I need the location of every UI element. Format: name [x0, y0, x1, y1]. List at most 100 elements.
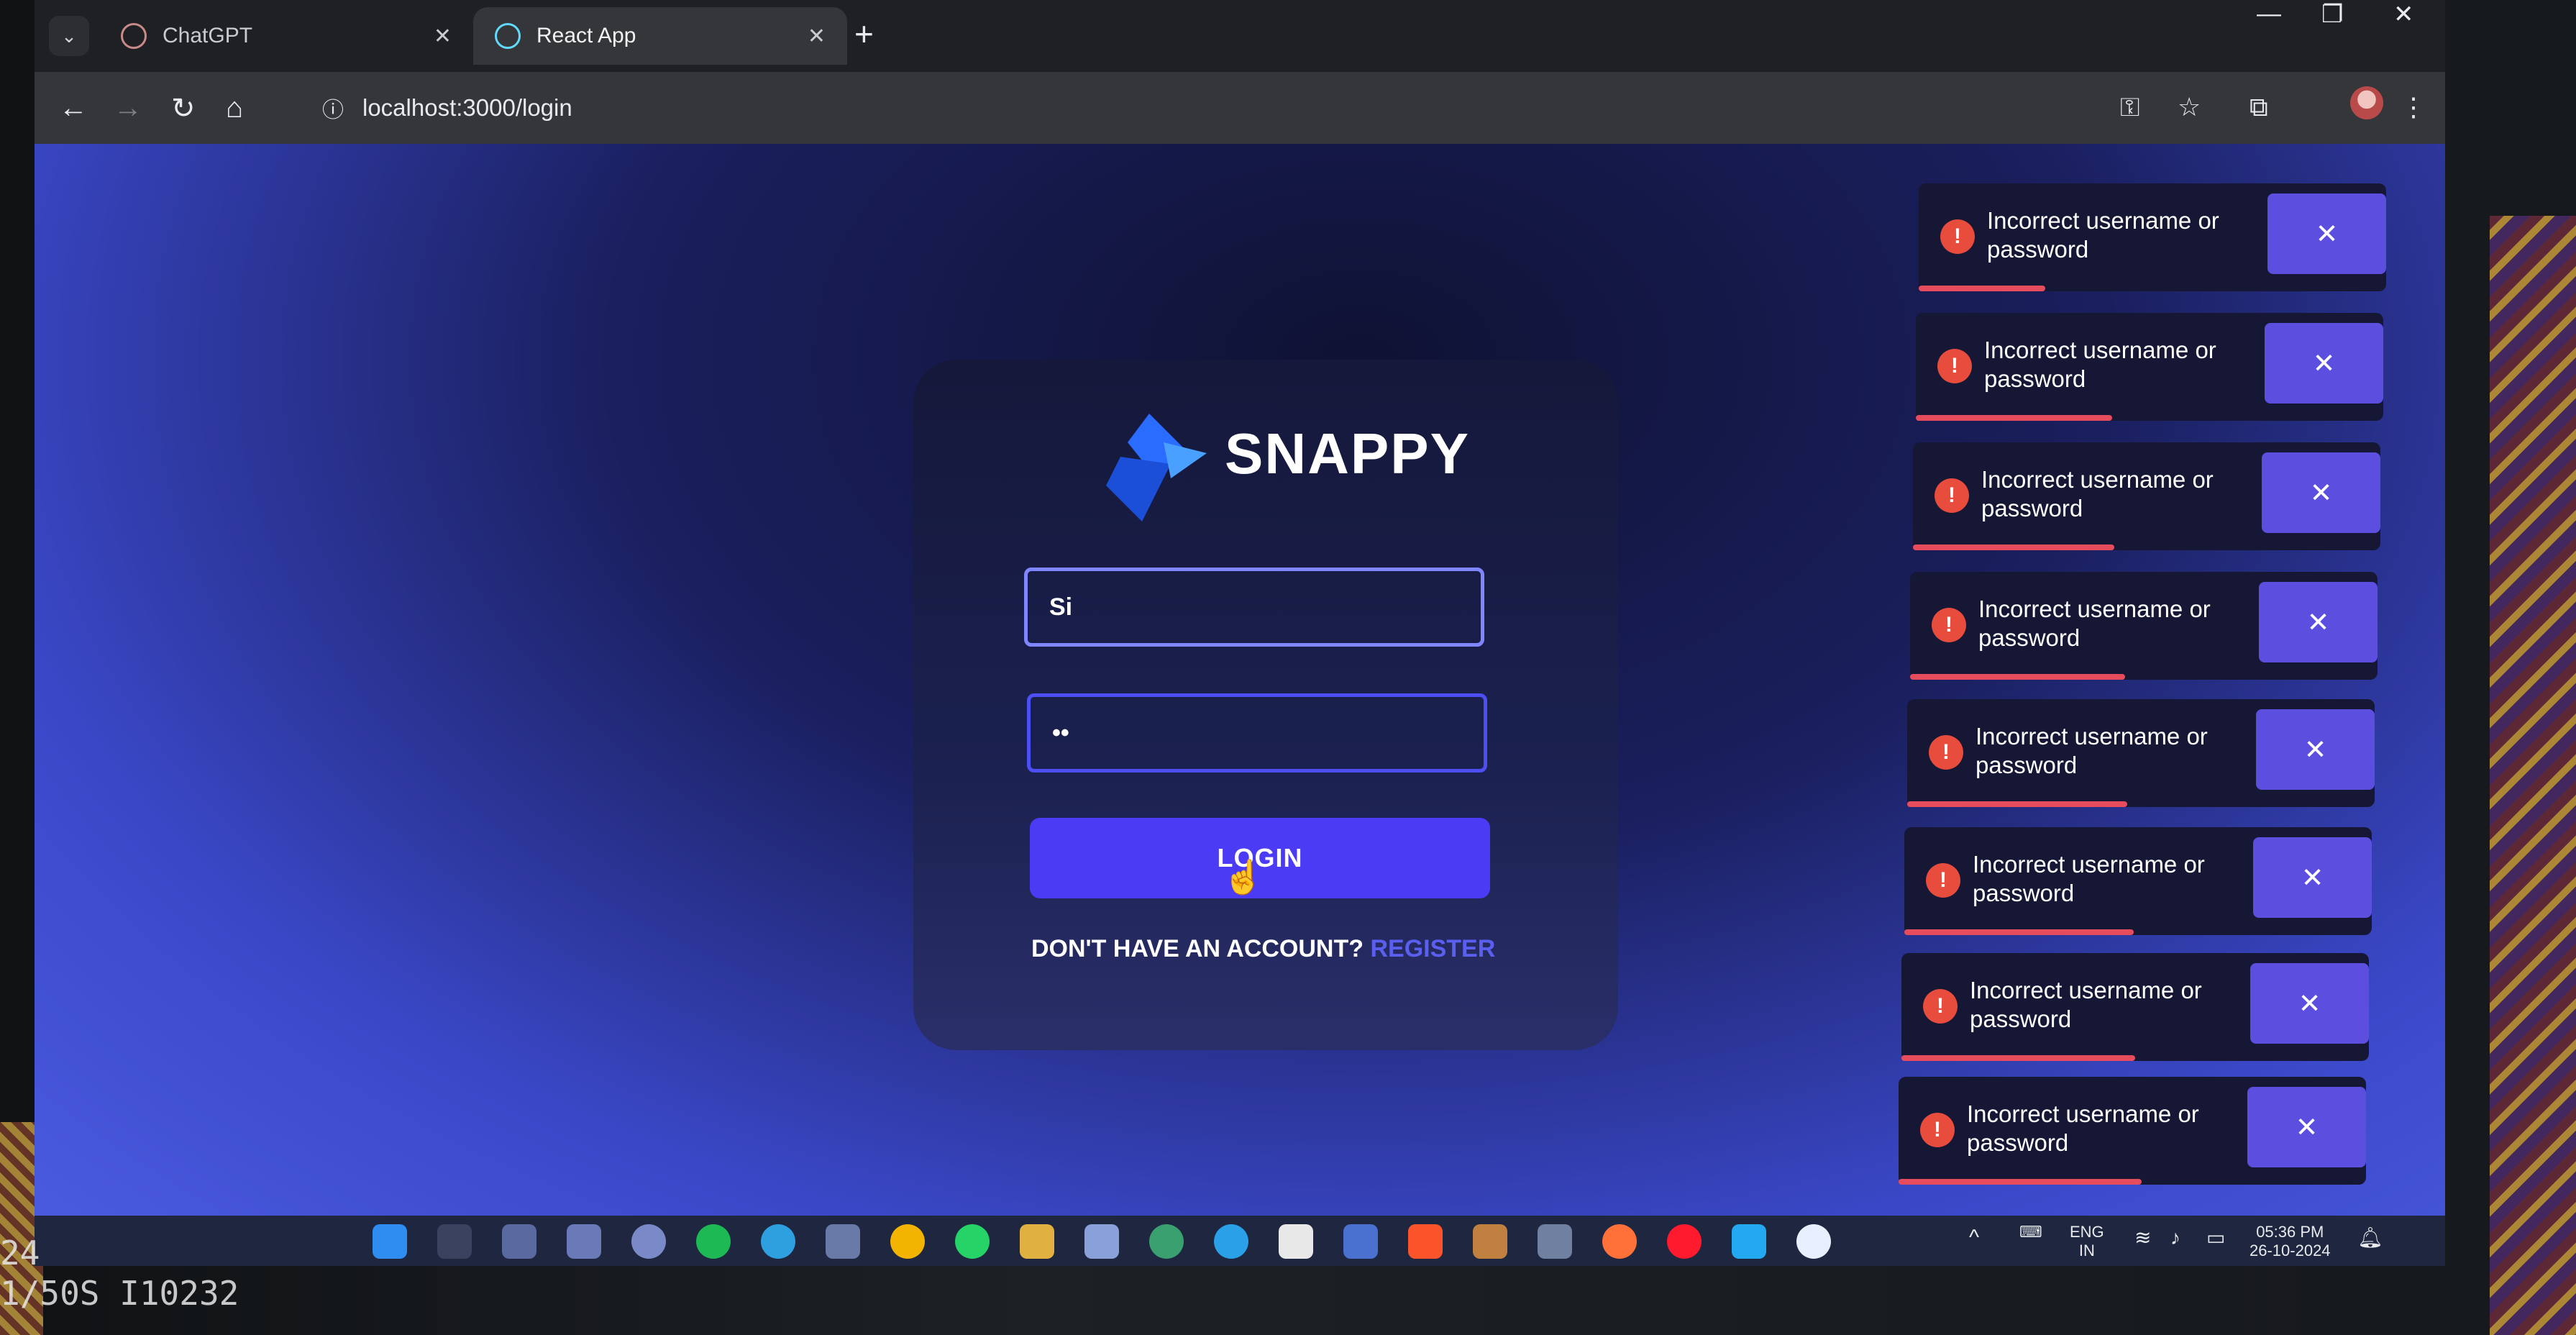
error-alert-icon: !: [1926, 863, 1960, 898]
bookmark-star-icon[interactable]: ☆: [2178, 92, 2201, 122]
toast-close-button[interactable]: ✕: [2250, 963, 2369, 1044]
volume-icon[interactable]: ♪: [2170, 1228, 2180, 1248]
error-toast: ! Incorrect username or password ✕: [1907, 699, 2375, 807]
error-alert-icon: !: [1929, 735, 1963, 770]
battery-icon[interactable]: ▭: [2206, 1228, 2225, 1248]
spotify-icon[interactable]: [696, 1224, 731, 1259]
whatsapp-icon[interactable]: [955, 1224, 990, 1259]
app-icon[interactable]: [1084, 1224, 1119, 1259]
profile-avatar[interactable]: [2350, 86, 2383, 119]
toast-message: Incorrect username or password: [1976, 723, 2208, 778]
error-alert-icon: !: [1923, 989, 1958, 1024]
show-hidden-icons-icon[interactable]: ^: [1969, 1227, 1979, 1249]
register-prompt: DON'T HAVE AN ACCOUNT? REGISTER: [1031, 935, 1495, 963]
tab-search-chevron-icon[interactable]: ⌄: [49, 16, 89, 56]
restore-icon[interactable]: ❐: [2321, 0, 2343, 29]
tab-react-app[interactable]: React App ✕: [473, 7, 847, 65]
browser-toolbar: ← → ↻ ⌂ ⓘ localhost:3000/login ⚿ ☆ ⧉ ⋮: [35, 72, 2445, 144]
login-page: SNAPPY Si •• LOGIN ☝ DON'T HAVE AN ACCOU…: [35, 144, 2445, 1223]
toast-close-button[interactable]: ✕: [2262, 452, 2380, 533]
register-link[interactable]: REGISTER: [1370, 935, 1495, 962]
toast-message: Incorrect username or password: [1973, 851, 2205, 906]
file-explorer-icon[interactable]: [1020, 1224, 1054, 1259]
close-window-icon[interactable]: ✕: [2393, 0, 2414, 29]
app-icon[interactable]: [1473, 1224, 1507, 1259]
toast-progress-bar: [1913, 545, 2114, 550]
extensions-icon[interactable]: ⧉: [2250, 92, 2268, 123]
task-view-icon[interactable]: [502, 1224, 536, 1259]
react-favicon-icon: [495, 23, 521, 49]
minimize-icon[interactable]: —: [2257, 0, 2281, 28]
error-toast: ! Incorrect username or password ✕: [1913, 442, 2380, 550]
keyboard-icon[interactable]: ⌨: [2019, 1223, 2042, 1241]
wifi-icon[interactable]: ≋: [2134, 1228, 2151, 1248]
brave-icon[interactable]: [1408, 1224, 1443, 1259]
toast-progress-bar: [1899, 1179, 2142, 1185]
menu-kebab-icon[interactable]: ⋮: [2401, 92, 2426, 122]
username-value: Si: [1049, 593, 1073, 621]
toast-message: Incorrect username or password: [1967, 1101, 2199, 1156]
app-icon[interactable]: [1538, 1224, 1572, 1259]
toast-progress-bar: [1904, 929, 2134, 935]
overlay-line-1: 24: [0, 1234, 40, 1272]
forward-icon[interactable]: →: [114, 92, 142, 124]
app-icon[interactable]: [1279, 1224, 1313, 1259]
new-tab-button[interactable]: +: [854, 14, 874, 53]
store-icon[interactable]: [826, 1224, 860, 1259]
tab-chatgpt[interactable]: ChatGPT ✕: [99, 7, 473, 65]
toast-progress-bar: [1919, 286, 2045, 291]
vscode-icon[interactable]: [1732, 1224, 1766, 1259]
error-alert-icon: !: [1940, 219, 1975, 254]
toast-close-button[interactable]: ✕: [2253, 837, 2372, 918]
error-alert-icon: !: [1935, 478, 1969, 513]
chrome-icon[interactable]: [890, 1224, 925, 1259]
reload-icon[interactable]: ↻: [171, 92, 196, 125]
search-icon[interactable]: [437, 1224, 472, 1259]
site-info-icon[interactable]: ⓘ: [322, 92, 344, 124]
windows-taskbar: ^ ⌨ ENG IN ≋ ♪ ▭ 05:36 PM 26-10-2024 🔔︎: [35, 1216, 2445, 1266]
home-icon[interactable]: ⌂: [226, 92, 243, 124]
camera-overlay: 24 1/50S I10232: [0, 1233, 239, 1313]
start-icon[interactable]: [373, 1224, 407, 1259]
password-input[interactable]: ••: [1027, 693, 1487, 773]
telegram-icon[interactable]: [1214, 1224, 1248, 1259]
language-text: ENG: [2070, 1223, 2104, 1241]
app-icon[interactable]: [631, 1224, 666, 1259]
clock[interactable]: 05:36 PM 26-10-2024: [2250, 1223, 2331, 1260]
toast-message: Incorrect username or password: [1984, 337, 2216, 392]
toast-progress-bar: [1901, 1055, 2135, 1061]
notification-bell-icon[interactable]: 🔔︎: [2357, 1228, 2383, 1248]
error-alert-icon: !: [1932, 608, 1966, 642]
error-toast: ! Incorrect username or password ✕: [1901, 953, 2369, 1061]
toast-close-button[interactable]: ✕: [2256, 709, 2375, 790]
toast-message: Incorrect username or password: [1981, 466, 2214, 521]
password-key-icon[interactable]: ⚿: [2120, 92, 2139, 123]
chat-icon[interactable]: [567, 1224, 601, 1259]
date-text: 26-10-2024: [2250, 1241, 2331, 1259]
address-bar[interactable]: ⓘ localhost:3000/login: [293, 81, 2091, 135]
snappy-logo-icon: [1106, 414, 1207, 521]
toast-progress-bar: [1910, 674, 2125, 680]
mouse-pointer-icon: ☝: [1223, 858, 1264, 896]
username-input[interactable]: Si: [1024, 568, 1484, 647]
firefox-icon[interactable]: [1602, 1224, 1637, 1259]
back-icon[interactable]: ←: [59, 92, 88, 124]
app-icon[interactable]: [1796, 1224, 1831, 1259]
language-indicator[interactable]: ENG IN: [2070, 1223, 2104, 1260]
close-tab-icon[interactable]: ✕: [434, 24, 452, 49]
error-alert-icon: !: [1920, 1113, 1955, 1147]
app-icon[interactable]: [1149, 1224, 1184, 1259]
toast-close-button[interactable]: ✕: [2267, 193, 2386, 274]
toast-close-button[interactable]: ✕: [2259, 582, 2378, 662]
error-toast: ! Incorrect username or password ✕: [1904, 827, 2372, 935]
toast-progress-bar: [1916, 415, 2112, 421]
tab-title: ChatGPT: [163, 24, 253, 47]
error-alert-icon: !: [1937, 349, 1972, 383]
toast-close-button[interactable]: ✕: [2265, 323, 2383, 404]
edge-icon[interactable]: [761, 1224, 795, 1259]
app-icon[interactable]: [1343, 1224, 1378, 1259]
close-tab-icon[interactable]: ✕: [808, 24, 826, 49]
toast-close-button[interactable]: ✕: [2247, 1087, 2366, 1167]
toast-progress-bar: [1907, 801, 2127, 807]
opera-icon[interactable]: [1667, 1224, 1702, 1259]
